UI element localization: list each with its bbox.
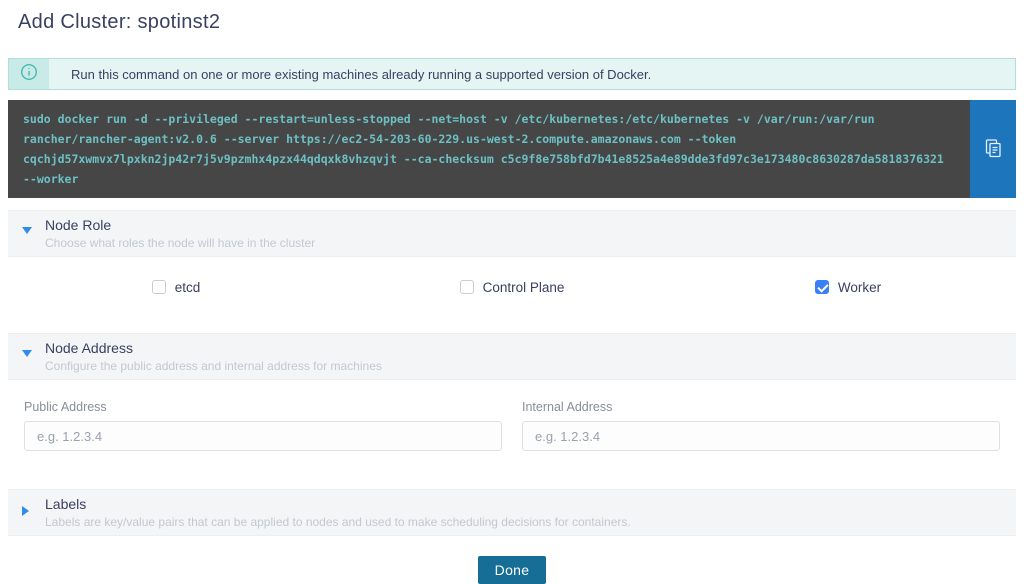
checkbox-worker[interactable]: Worker (815, 280, 881, 295)
public-address-label: Public Address (24, 400, 502, 414)
internal-address-label: Internal Address (522, 400, 1000, 414)
info-icon (20, 63, 38, 86)
section-title-node-address: Node Address (45, 340, 382, 357)
internal-address-input[interactable] (522, 421, 1000, 451)
section-header-node-role[interactable]: Node Role Choose what roles the node wil… (8, 210, 1016, 257)
banner-message: Run this command on one or more existing… (49, 67, 651, 82)
chevron-right-icon (22, 506, 32, 516)
page-title: Add Cluster: spotinst2 (18, 10, 1016, 34)
section-header-labels[interactable]: Labels Labels are key/value pairs that c… (8, 489, 1016, 536)
footer: Done (8, 556, 1016, 584)
checkbox-control-plane[interactable]: Control Plane (460, 280, 565, 295)
info-banner: Run this command on one or more existing… (8, 58, 1016, 90)
section-subtitle-node-role: Choose what roles the node will have in … (45, 236, 315, 250)
done-button[interactable]: Done (478, 556, 547, 584)
section-subtitle-labels: Labels are key/value pairs that can be a… (45, 515, 631, 529)
chevron-down-icon (22, 350, 32, 357)
section-title-node-role: Node Role (45, 217, 315, 234)
public-address-input[interactable] (24, 421, 502, 451)
add-cluster-page: Add Cluster: spotinst2 Run this command … (0, 0, 1024, 579)
checkbox-etcd[interactable]: etcd (152, 280, 201, 295)
node-address-fields: Public Address Internal Address (8, 380, 1016, 479)
docker-command-text: sudo docker run -d --privileged --restar… (8, 100, 970, 198)
section-subtitle-node-address: Configure the public address and interna… (45, 359, 382, 373)
checkbox-control-plane-box (460, 280, 474, 294)
internal-address-field-group: Internal Address (522, 400, 1000, 451)
copy-to-clipboard-button[interactable] (970, 100, 1016, 198)
chevron-down-icon (22, 227, 32, 234)
checkbox-worker-box (815, 280, 829, 294)
info-icon-box (9, 59, 49, 89)
checkbox-worker-label: Worker (838, 280, 881, 295)
checkbox-control-plane-label: Control Plane (483, 280, 565, 295)
section-header-node-address[interactable]: Node Address Configure the public addres… (8, 333, 1016, 380)
section-title-labels: Labels (45, 496, 631, 513)
clipboard-icon (982, 137, 1004, 162)
docker-command-block: sudo docker run -d --privileged --restar… (8, 100, 1016, 198)
checkbox-etcd-label: etcd (175, 280, 201, 295)
checkbox-etcd-box (152, 280, 166, 294)
node-role-options: etcd Control Plane Worker (8, 257, 1016, 317)
public-address-field-group: Public Address (24, 400, 502, 451)
